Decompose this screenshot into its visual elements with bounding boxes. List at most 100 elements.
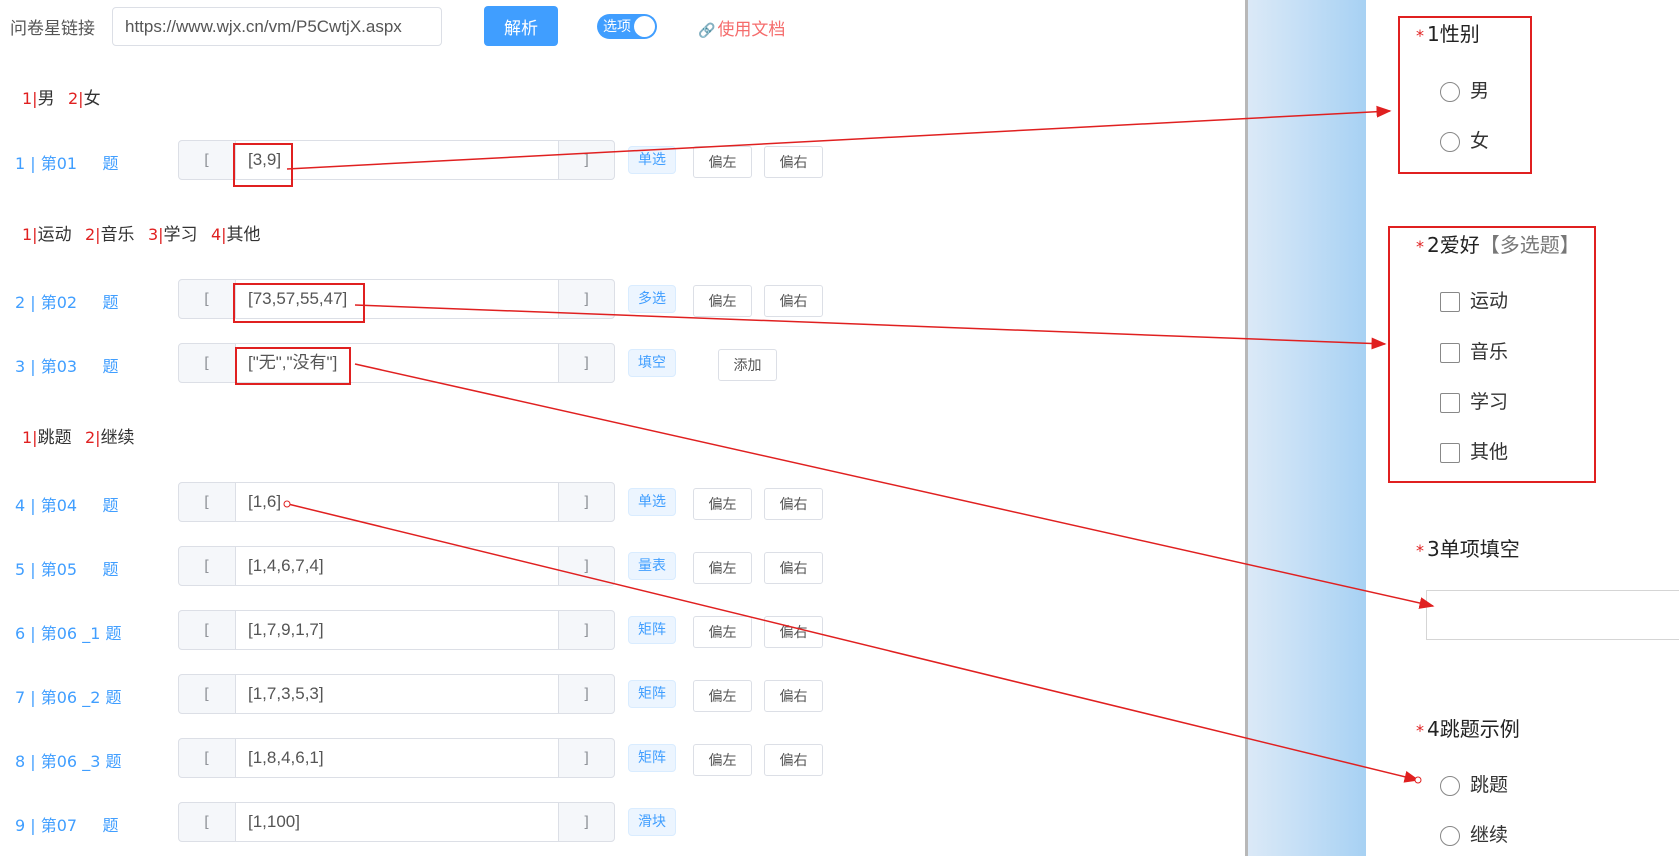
option-legend-item: 2|继续 <box>84 428 135 448</box>
question-row: 2 | 第02 题 [ [73,57,55,47] ] 多选 偏左 偏右 <box>0 279 900 319</box>
skew-left-button[interactable]: 偏左 <box>693 744 752 776</box>
checkbox-option[interactable]: 学习 <box>1440 387 1508 414</box>
skew-left-button[interactable]: 偏左 <box>693 552 752 584</box>
input-suffix: ] <box>583 493 589 511</box>
option-legend-item: 2|音乐 <box>84 225 135 245</box>
skew-right-button[interactable]: 偏右 <box>764 744 823 776</box>
option-legend-item: 3|学习 <box>147 225 198 245</box>
radio-option[interactable]: 女 <box>1440 126 1489 153</box>
survey-question-title: * 3单项填空 <box>1416 537 1520 561</box>
option-legend-q1: 1|男 2|女 <box>22 84 109 109</box>
checkbox-option[interactable]: 运动 <box>1440 286 1508 313</box>
type-tag: 单选 <box>628 488 676 516</box>
question-row: 1 | 第01 题 [ [3,9] ] 单选 偏左 偏右 <box>0 140 900 180</box>
question-label: 8 | 第06 _3 题 <box>15 752 122 771</box>
radio-option[interactable]: 男 <box>1440 76 1489 103</box>
answer-input[interactable]: [3,9] <box>235 141 559 179</box>
checkbox-square[interactable] <box>1440 392 1460 413</box>
answer-input-group: [ [1,7,9,1,7] ] <box>178 610 615 650</box>
radio-circle[interactable] <box>1440 81 1460 102</box>
skew-left-button[interactable]: 偏左 <box>693 285 752 317</box>
question-row: 3 | 第03 题 [ ["无","没有"] ] 填空 添加 <box>0 343 900 383</box>
option-legend-item: 1|运动 <box>22 225 72 245</box>
option-legend-item: 2|女 <box>67 89 101 109</box>
checkbox-square[interactable] <box>1440 442 1460 463</box>
type-tag: 量表 <box>628 552 676 580</box>
radio-circle[interactable] <box>1440 131 1460 152</box>
answer-input-group: [ [1,4,6,7,4] ] <box>178 546 615 586</box>
answer-input[interactable]: [1,100] <box>235 803 559 841</box>
question-row: 4 | 第04 题 [ [1,6] ] 单选 偏左 偏右 <box>0 482 900 522</box>
input-prefix: [ <box>204 621 210 639</box>
skew-right-button[interactable]: 偏右 <box>764 680 823 712</box>
radio-option[interactable]: 继续 <box>1440 820 1508 847</box>
survey-url-input[interactable] <box>112 7 442 46</box>
skew-right-button[interactable]: 偏右 <box>764 146 823 178</box>
toggle-knob <box>634 16 655 37</box>
skew-right-button[interactable]: 偏右 <box>764 552 823 584</box>
question-row: 6 | 第06 _1 题 [ [1,7,9,1,7] ] 矩阵 偏左 偏右 <box>0 610 900 650</box>
question-label: 4 | 第04 题 <box>15 496 119 515</box>
answer-input-group: [ [1,100] ] <box>178 802 615 842</box>
survey-question-title: * 2爱好【多选题】 <box>1416 233 1580 257</box>
survey-question-title: * 1性别 <box>1416 22 1480 46</box>
question-row: 9 | 第07 题 [ [1,100] ] 滑块 <box>0 802 900 842</box>
answer-input-group: [ [1,7,3,5,3] ] <box>178 674 615 714</box>
answer-input[interactable]: [73,57,55,47] <box>235 280 559 318</box>
skew-left-button[interactable]: 偏左 <box>693 146 752 178</box>
checkbox-square[interactable] <box>1440 291 1460 312</box>
skew-left-button[interactable]: 偏左 <box>693 680 752 712</box>
wjx-link-label: 问卷星链接 <box>10 19 95 39</box>
answer-input[interactable]: ["无","没有"] <box>235 344 559 382</box>
option-legend-q4: 1|跳题 2|继续 <box>22 423 143 448</box>
input-prefix: [ <box>204 493 210 511</box>
radio-option[interactable]: 跳题 <box>1440 770 1508 797</box>
skew-right-button[interactable]: 偏右 <box>764 285 823 317</box>
answer-input-group: [ [1,8,4,6,1] ] <box>178 738 615 778</box>
fill-in-text-field[interactable] <box>1426 590 1679 640</box>
type-tag: 滑块 <box>628 808 676 836</box>
question-subtitle: 【多选题】 <box>1479 233 1580 257</box>
checkbox-square[interactable] <box>1440 342 1460 363</box>
required-star: * <box>1416 721 1424 740</box>
type-tag: 矩阵 <box>628 616 676 644</box>
radio-circle[interactable] <box>1440 825 1460 846</box>
input-prefix: [ <box>204 290 210 308</box>
skew-left-button[interactable]: 偏左 <box>693 488 752 520</box>
answer-input-group: [ [1,6] ] <box>178 482 615 522</box>
input-prefix: [ <box>204 151 210 169</box>
required-star: * <box>1416 237 1424 256</box>
parse-button[interactable]: 解析 <box>484 6 558 46</box>
options-toggle[interactable]: 选项 <box>597 14 657 39</box>
question-row: 5 | 第05 题 [ [1,4,6,7,4] ] 量表 偏左 偏右 <box>0 546 900 586</box>
input-suffix: ] <box>583 290 589 308</box>
answer-input-group: [ [73,57,55,47] ] <box>178 279 615 319</box>
checkbox-option[interactable]: 其他 <box>1440 437 1508 464</box>
question-label: 7 | 第06 _2 题 <box>15 688 122 707</box>
input-suffix: ] <box>583 813 589 831</box>
answer-input[interactable]: [1,8,4,6,1] <box>235 739 559 777</box>
question-label: 6 | 第06 _1 题 <box>15 624 122 643</box>
add-button[interactable]: 添加 <box>718 349 777 381</box>
radio-circle[interactable] <box>1440 775 1460 796</box>
skew-left-button[interactable]: 偏左 <box>693 616 752 648</box>
required-star: * <box>1416 26 1424 45</box>
answer-input[interactable]: [1,7,3,5,3] <box>235 675 559 713</box>
checkbox-option[interactable]: 音乐 <box>1440 337 1508 364</box>
input-prefix: [ <box>204 685 210 703</box>
input-prefix: [ <box>204 354 210 372</box>
docs-link[interactable]: 🔗 使用文档 <box>698 15 785 40</box>
input-prefix: [ <box>204 813 210 831</box>
input-suffix: ] <box>583 749 589 767</box>
answer-input[interactable]: [1,6] <box>235 483 559 521</box>
skew-right-button[interactable]: 偏右 <box>764 488 823 520</box>
options-toggle-label: 选项 <box>603 19 631 35</box>
question-label: 2 | 第02 题 <box>15 293 119 312</box>
answer-input[interactable]: [1,7,9,1,7] <box>235 611 559 649</box>
option-legend-q2: 1|运动 2|音乐 3|学习 4|其他 <box>22 220 269 245</box>
answer-input[interactable]: [1,4,6,7,4] <box>235 547 559 585</box>
type-tag: 单选 <box>628 146 676 174</box>
config-panel: 问卷星链接 解析 选项 🔗使用文档 1|男 2|女 1 | 第01 题 [ [3… <box>0 0 1245 856</box>
link-icon: 🔗 <box>698 23 716 39</box>
skew-right-button[interactable]: 偏右 <box>764 616 823 648</box>
